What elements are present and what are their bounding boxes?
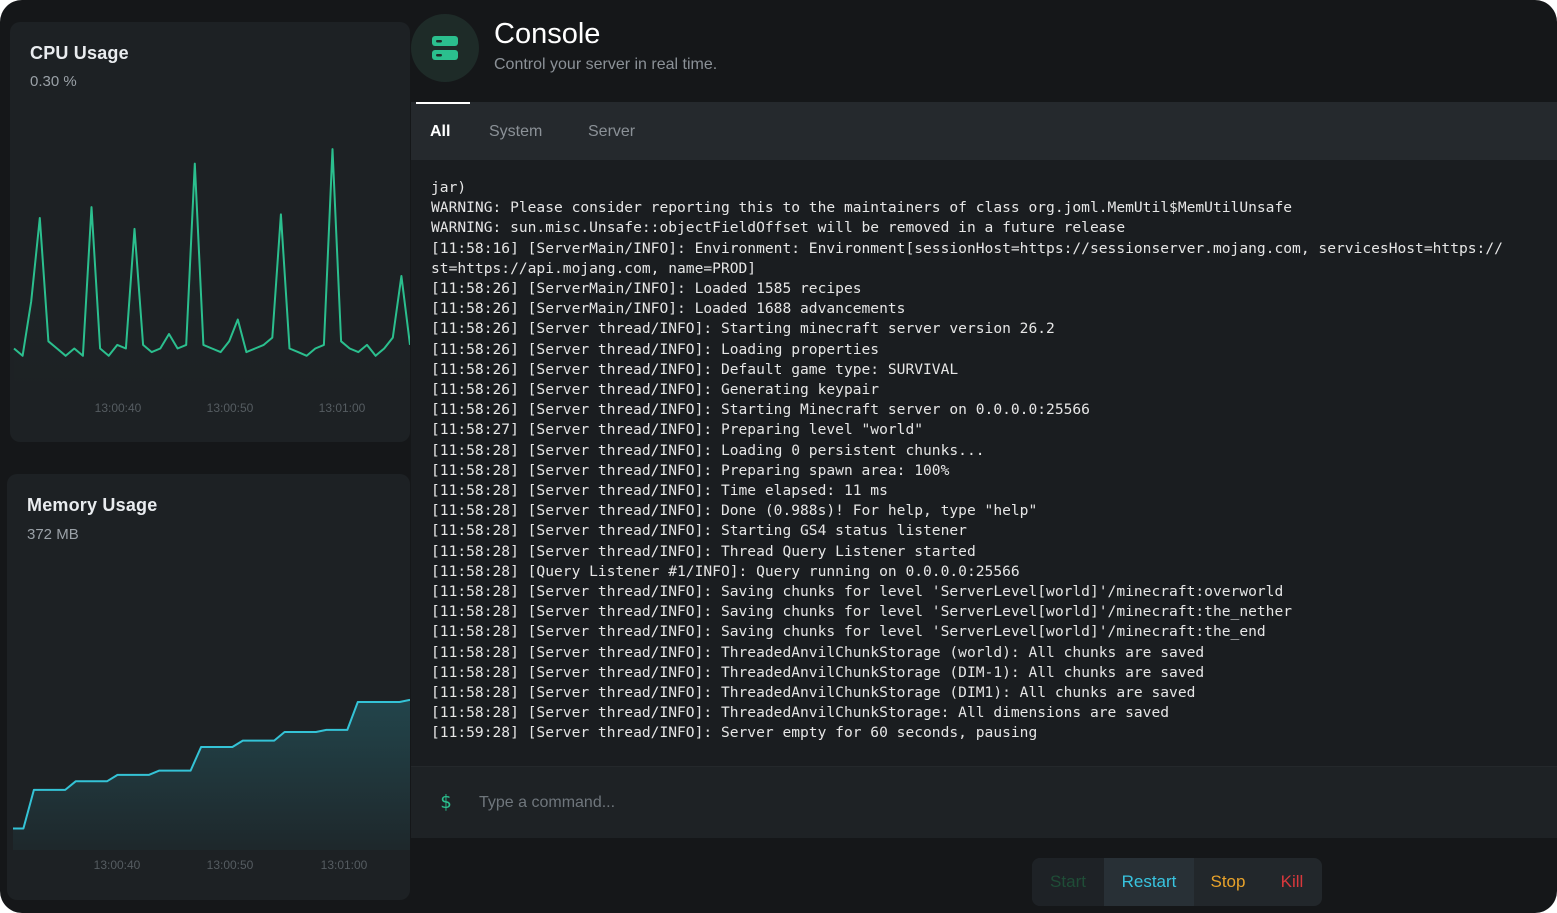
- x-tick-label: 13:00:40: [95, 401, 142, 415]
- x-tick-label: 13:01:00: [319, 401, 366, 415]
- console-log-line: [11:58:28] [Server thread/INFO]: Prepari…: [431, 461, 950, 479]
- console-log-line: [11:58:26] [Server thread/INFO]: Default…: [431, 360, 959, 378]
- console-log-line: [11:58:28] [Server thread/INFO]: Thread …: [431, 542, 976, 560]
- console-log-line: [11:58:28] [Server thread/INFO]: Threade…: [431, 704, 1170, 722]
- console-log-line: WARNING: sun.misc.Unsafe::objectFieldOff…: [431, 219, 1126, 237]
- console-log-line: [11:58:28] [Server thread/INFO]: Saving …: [431, 603, 1293, 621]
- console-log-line: [11:58:28] [Query Listener #1/INFO]: Que…: [431, 562, 1020, 580]
- x-tick-label: 13:01:00: [321, 858, 368, 872]
- console-log-line: [11:58:26] [Server thread/INFO]: Generat…: [431, 381, 880, 399]
- stop-button[interactable]: Stop: [1194, 858, 1262, 906]
- console-log-line: jar): [431, 179, 467, 196]
- console-log-line: [11:58:28] [Server thread/INFO]: Threade…: [431, 663, 1205, 681]
- console-log-line: [11:59:28] [Server thread/INFO]: Server …: [431, 724, 1038, 742]
- console-log-line: [11:58:16] [ServerMain/INFO]: Environmen…: [431, 239, 1503, 257]
- power-actions: Start Restart Stop Kill: [1032, 858, 1322, 906]
- console-log-line: [11:58:28] [Server thread/INFO]: Threade…: [431, 643, 1205, 661]
- memory-usage-card: Memory Usage 372 MB 13:00:40 13:00:50 13:0…: [7, 474, 410, 900]
- server-icon: [432, 36, 458, 60]
- console-log-line: [11:58:28] [Server thread/INFO]: Saving …: [431, 623, 1266, 641]
- console-log-line: [11:58:27] [Server thread/INFO]: Prepari…: [431, 421, 924, 439]
- console-log-line: [11:58:26] [Server thread/INFO]: Loading…: [431, 340, 880, 358]
- tab-system[interactable]: System: [489, 123, 542, 141]
- start-button[interactable]: Start: [1032, 858, 1104, 906]
- console-log-line: [11:58:26] [ServerMain/INFO]: Loaded 158…: [431, 280, 862, 298]
- console-tabs: All System Server: [411, 102, 1557, 160]
- console-log-line: WARNING: Please consider reporting this …: [431, 199, 1293, 217]
- cpu-usage-chart: 13:00:40 13:00:50 13:01:00: [13, 148, 410, 415]
- console-log-output[interactable]: jar) WARNING: Please consider reporting t…: [431, 178, 1503, 744]
- console-log-line: [11:58:28] [Server thread/INFO]: Time el…: [431, 482, 888, 500]
- chart-series-line: [13, 148, 410, 357]
- page-subtitle: Control your server in real time.: [494, 56, 718, 73]
- kill-button[interactable]: Kill: [1262, 858, 1322, 906]
- tab-server[interactable]: Server: [588, 123, 635, 141]
- x-tick-label: 13:00:50: [207, 401, 254, 415]
- console-logo: [411, 14, 479, 82]
- command-bar: $: [411, 766, 1557, 838]
- console-log-line: [11:58:28] [Server thread/INFO]: Loading…: [431, 441, 985, 459]
- memory-usage-chart: 13:00:40 13:00:50 13:01:00: [13, 698, 410, 872]
- chart-area-fill: [14, 149, 410, 392]
- page-title: Console: [494, 18, 601, 50]
- console-log-line: [11:58:26] [Server thread/INFO]: Startin…: [431, 320, 1055, 338]
- console-panel: All System Server jar) WARNING: Please co…: [411, 102, 1557, 838]
- console-log-line: [11:58:26] [Server thread/INFO]: Startin…: [431, 401, 1090, 419]
- console-log-line: [11:58:28] [Server thread/INFO]: Startin…: [431, 522, 967, 540]
- command-input[interactable]: [477, 787, 1481, 819]
- dollar-prompt-icon: $: [440, 791, 452, 813]
- console-log-line: [11:58:28] [Server thread/INFO]: Done (0…: [431, 502, 1038, 520]
- console-log-line: st=https://api.mojang.com, name=PROD]: [431, 259, 757, 277]
- x-tick-label: 13:00:50: [207, 858, 254, 872]
- app-window: CPU Usage 0.30 % 13:00:40 13:00:50 13:01:0…: [0, 0, 1557, 913]
- console-log-line: [11:58:26] [ServerMain/INFO]: Loaded 168…: [431, 300, 906, 318]
- tab-all[interactable]: All: [430, 123, 450, 141]
- console-log-line: [11:58:28] [Server thread/INFO]: Saving …: [431, 583, 1284, 601]
- console-log-line: [11:58:28] [Server thread/INFO]: Threade…: [431, 684, 1196, 702]
- cpu-usage-card: CPU Usage 0.30 % 13:00:40 13:00:50 13:01:0…: [10, 22, 410, 442]
- active-tab-indicator: [416, 102, 470, 104]
- x-tick-label: 13:00:40: [94, 858, 141, 872]
- restart-button[interactable]: Restart: [1104, 858, 1194, 906]
